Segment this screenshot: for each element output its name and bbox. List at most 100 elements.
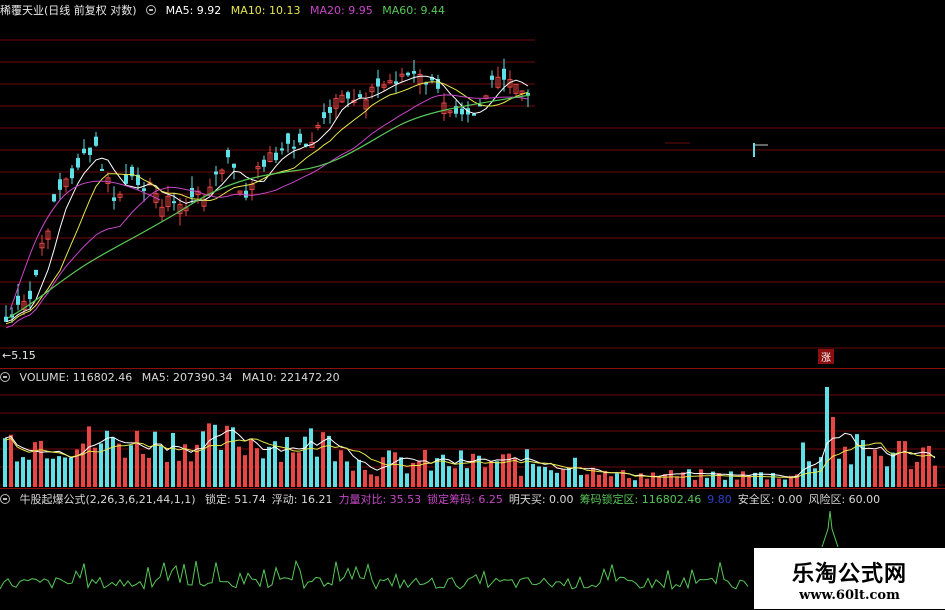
- candle-body: [226, 149, 230, 158]
- candle-body: [753, 143, 755, 157]
- ma5-label: MA5: 9.92: [165, 4, 222, 17]
- volume-bar: [651, 472, 655, 487]
- volume-bar: [237, 446, 241, 487]
- volume-bar: [825, 387, 829, 487]
- volume-bar: [327, 435, 331, 487]
- volume-bar: [87, 426, 91, 487]
- volume-bar: [57, 456, 61, 487]
- volume-bar: [387, 450, 391, 487]
- candle-body: [124, 174, 128, 184]
- volume-bar: [489, 461, 493, 487]
- volume-bar: [123, 457, 127, 487]
- volume-bar: [447, 466, 451, 487]
- volume-ma5-label: MA5: 207390.34: [141, 371, 233, 384]
- indicator-settings-icon[interactable]: [0, 494, 10, 504]
- indicator-item: 安全区: 0.00: [737, 493, 803, 506]
- volume-bar: [375, 476, 379, 487]
- main-info-bar: 稀覆天业(日线 前复权 对数) MA5: 9.92 MA10: 10.13 MA…: [0, 2, 451, 17]
- volume-bar: [699, 469, 703, 487]
- indicator-formula: 牛股起爆公式(2,26,3,6,21,44,1,1): [19, 493, 196, 506]
- volume-bar: [669, 470, 673, 487]
- candle-body: [16, 295, 20, 305]
- volume-bar: [507, 453, 511, 487]
- candle-body: [328, 107, 332, 113]
- volume-bar: [765, 479, 769, 487]
- volume-bar: [255, 448, 259, 487]
- volume-bar: [615, 473, 619, 487]
- volume-bar: [45, 458, 49, 487]
- volume-bar: [783, 479, 787, 487]
- candle-body: [412, 71, 416, 74]
- volume-bar: [537, 466, 541, 487]
- volume-bar: [129, 445, 133, 487]
- candle-body: [142, 188, 146, 192]
- volume-title: VOLUME: 116802.46: [19, 371, 133, 384]
- volume-bar: [219, 449, 223, 487]
- volume-bar: [891, 452, 895, 487]
- volume-bar: [633, 480, 637, 487]
- watermark-title: 乐淘公式网: [791, 561, 907, 587]
- volume-panel[interactable]: VOLUME: 116802.46 MA5: 207390.34 MA10: 2…: [0, 368, 945, 489]
- volume-bar: [261, 458, 265, 487]
- indicator-item: 明天买: 0.00: [508, 493, 574, 506]
- volume-bar: [435, 458, 439, 487]
- kline-canvas: [0, 39, 945, 349]
- watermark-url: www.60lt.com: [799, 588, 900, 603]
- candle-body: [286, 133, 290, 144]
- candle-body: [76, 157, 80, 168]
- volume-bar: [885, 466, 889, 487]
- candle-body: [262, 159, 266, 167]
- volume-bar: [27, 459, 31, 487]
- ma60-label: MA60: 9.44: [382, 4, 445, 17]
- candle-body: [70, 168, 74, 179]
- volume-bar: [465, 468, 469, 487]
- volume-info-bar: VOLUME: 116802.46 MA5: 207390.34 MA10: 2…: [0, 371, 346, 385]
- volume-bar: [543, 466, 547, 487]
- candle-body: [94, 136, 98, 146]
- kline-chart-panel[interactable]: 稀覆天业(日线 前复权 对数) MA5: 9.92 MA10: 10.13 MA…: [0, 0, 945, 368]
- volume-bar: [837, 458, 841, 487]
- candle-body: [460, 108, 464, 115]
- volume-bar: [429, 470, 433, 487]
- ma10-label: MA10: 10.13: [230, 4, 301, 17]
- volume-bar: [867, 456, 871, 487]
- volume-bar: [879, 455, 883, 487]
- candle-body: [376, 78, 380, 87]
- volume-bar: [135, 430, 139, 487]
- volume-bar: [483, 467, 487, 487]
- volume-bar: [351, 470, 355, 487]
- volume-bar: [663, 474, 667, 487]
- volume-bar: [363, 469, 367, 487]
- volume-bar: [579, 475, 583, 487]
- indicator-item: 筹码锁定区: 116802.46: [579, 493, 702, 506]
- volume-bar: [705, 477, 709, 487]
- volume-bar: [21, 457, 25, 487]
- volume-bar: [405, 473, 409, 487]
- candle-body: [490, 75, 494, 80]
- volume-bar: [231, 427, 235, 487]
- volume-bar: [303, 436, 307, 487]
- volume-bar: [555, 472, 559, 487]
- candle-body: [298, 133, 302, 143]
- volume-bar: [843, 446, 847, 487]
- volume-bar: [495, 461, 499, 487]
- candle-body: [100, 168, 104, 171]
- volume-bar: [657, 476, 661, 487]
- volume-bar: [177, 460, 181, 487]
- volume-bar: [315, 456, 319, 487]
- volume-bar: [915, 461, 919, 487]
- volume-bar: [693, 479, 697, 487]
- volume-bar: [15, 461, 19, 487]
- candle-body: [214, 171, 218, 175]
- volume-bar: [933, 465, 937, 487]
- candle-body: [232, 163, 236, 168]
- volume-settings-icon[interactable]: [0, 372, 10, 382]
- settings-circle-icon[interactable]: [146, 5, 157, 15]
- volume-bar: [477, 455, 481, 487]
- volume-bar: [189, 461, 193, 487]
- volume-bar: [147, 457, 151, 487]
- volume-bar: [777, 478, 781, 487]
- volume-bar: [645, 478, 649, 487]
- indicator-item: 9.80: [707, 493, 732, 506]
- volume-bar: [165, 461, 169, 487]
